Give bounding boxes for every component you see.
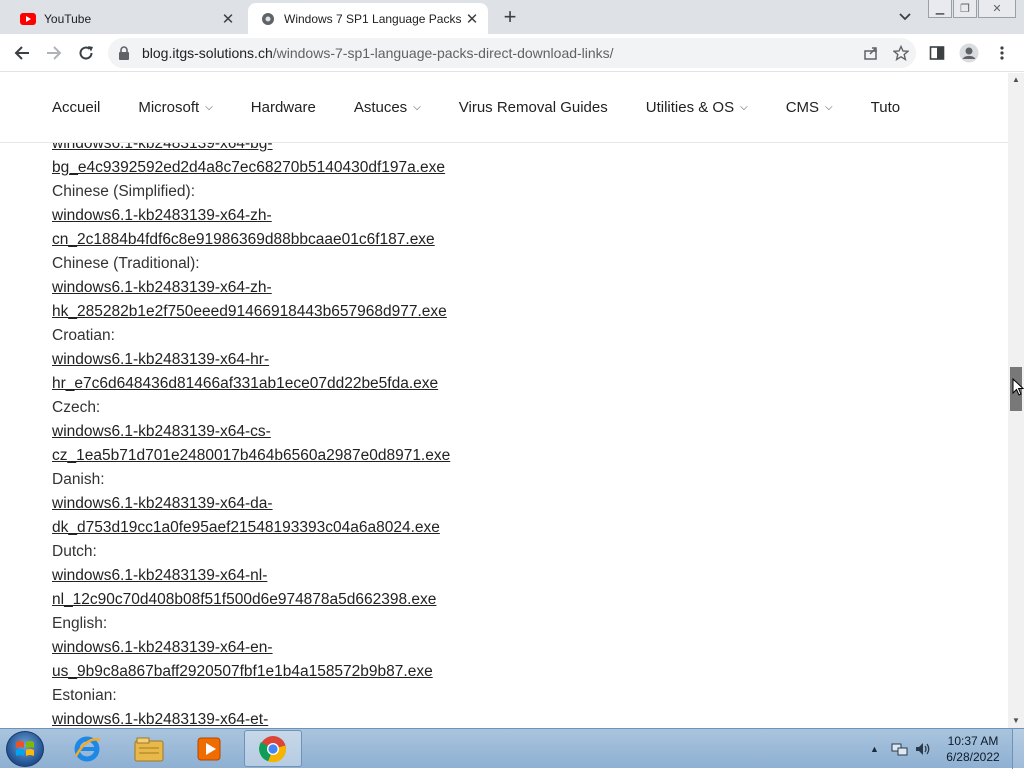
share-icon[interactable] [856, 45, 886, 61]
forward-arrow-icon[interactable] [42, 42, 66, 64]
side-panel-icon[interactable] [926, 42, 948, 64]
show-hidden-icons-arrow-icon[interactable]: ▲ [870, 729, 879, 769]
tab-close-icon[interactable]: ✕ [218, 10, 238, 28]
language-label: Czech: [52, 399, 101, 416]
download-links-list: windows6.1-kb2483139-x64-bg-bg_e4c939259… [52, 143, 450, 728]
page-scrollbar[interactable]: ▲ ▼ [1008, 73, 1024, 728]
download-link[interactable]: windows6.1-kb2483139-x64-zh- [52, 204, 450, 228]
profile-avatar-icon[interactable] [958, 42, 980, 64]
media-player-icon[interactable] [180, 730, 238, 767]
menu-kebab-icon[interactable] [991, 42, 1013, 64]
nav-item-microsoft[interactable]: Microsoft ⌵ [138, 99, 212, 116]
url-path: /windows-7-sp1-language-packs-direct-dow… [272, 45, 614, 61]
nav-item-hardware[interactable]: Hardware [251, 99, 316, 116]
chevron-down-icon: ⌵ [205, 102, 213, 113]
reload-icon[interactable] [74, 42, 98, 64]
nav-label: Microsoft [138, 99, 200, 116]
download-link[interactable]: windows6.1-kb2483139-x64-zh- [52, 276, 450, 300]
download-link[interactable]: dk_d753d19cc1a0fe95aef21548193393c04a6a8… [52, 516, 450, 540]
chevron-down-icon: ⌵ [413, 102, 421, 113]
nav-item-astuces[interactable]: Astuces ⌵ [354, 99, 421, 116]
nav-label: Hardware [250, 99, 316, 116]
clock-date: 6/28/2022 [946, 750, 1000, 764]
nav-label: Virus Removal Guides [458, 99, 608, 116]
mouse-pointer-icon [1012, 378, 1024, 396]
language-label: Estonian: [52, 687, 117, 704]
new-tab-button[interactable]: + [498, 4, 522, 30]
url-text[interactable]: blog.itgs-solutions.ch/windows-7-sp1-lan… [142, 45, 856, 61]
close-window-button[interactable]: ✕ [978, 0, 1016, 18]
url-domain: blog.itgs-solutions.ch [142, 45, 273, 61]
download-link[interactable]: nl_12c90c70d408b08f51f500d6e974878a5d662… [52, 588, 450, 612]
language-label: Croatian: [52, 327, 115, 344]
download-link[interactable]: windows6.1-kb2483139-x64-en- [52, 636, 450, 660]
volume-icon[interactable] [914, 729, 932, 769]
nav-label: Accueil [52, 99, 101, 116]
youtube-icon [20, 11, 36, 27]
download-link[interactable]: windows6.1-kb2483139-x64-bg- [52, 143, 450, 156]
site-navigation: Accueil Microsoft ⌵ Hardware Astuces ⌵ Vir… [0, 73, 1008, 143]
network-icon[interactable] [890, 729, 908, 769]
download-link[interactable]: us_9b9c8a867baff2920507fbf1e1b4a158572b9… [52, 660, 450, 684]
start-button[interactable] [6, 731, 44, 767]
nav-item-virus-removal-guides[interactable]: Virus Removal Guides [459, 99, 608, 116]
language-label: English: [52, 615, 108, 632]
download-link[interactable]: hk_285282b1e2f750eeed91466918443b657968d… [52, 300, 450, 324]
internet-explorer-icon[interactable] [58, 730, 116, 767]
article-content: windows6.1-kb2483139-x64-bg-bg_e4c939259… [0, 143, 1008, 728]
scroll-up-arrow-icon[interactable]: ▲ [1008, 73, 1024, 87]
system-clock[interactable]: 10:37 AM 6/28/2022 [940, 733, 1006, 765]
download-link[interactable]: windows6.1-kb2483139-x64-hr- [52, 348, 450, 372]
address-bar[interactable]: blog.itgs-solutions.ch/windows-7-sp1-lan… [108, 38, 916, 68]
windows-logo-icon [16, 741, 34, 756]
restore-window-button[interactable]: ❐ [953, 0, 977, 18]
clock-time: 10:37 AM [947, 734, 999, 748]
chrome-icon[interactable] [244, 730, 302, 767]
nav-label: CMS [785, 99, 820, 116]
itgs-favicon-icon [260, 11, 276, 27]
browser-toolbar: blog.itgs-solutions.ch/windows-7-sp1-lan… [0, 34, 1024, 72]
minimize-window-button[interactable]: ▁ [928, 0, 952, 18]
nav-label: Astuces [353, 99, 408, 116]
chevron-down-icon: ⌵ [740, 102, 748, 113]
tab-close-icon[interactable]: ✕ [462, 10, 482, 28]
download-link[interactable]: cz_1ea5b71d701e2480017b464b6560a2987e0d8… [52, 444, 450, 468]
language-label: Chinese (Traditional): [52, 255, 200, 272]
download-link[interactable]: cn_2c1884b4fdf6c8e91986369d88bbcaae01c6f… [52, 228, 450, 252]
download-link[interactable]: hr_e7c6d648436d81466af331ab1ece07dd22be5… [52, 372, 450, 396]
language-label: Danish: [52, 471, 105, 488]
tab-language-packs[interactable]: Windows 7 SP1 Language Packs ✕ [248, 3, 488, 34]
tab-search-chevron-icon[interactable] [896, 7, 914, 25]
download-link[interactable]: windows6.1-kb2483139-x64-nl- [52, 564, 450, 588]
nav-label: Utilities & OS [645, 99, 735, 116]
nav-item-tuto[interactable]: Tuto [871, 99, 900, 116]
download-link[interactable]: windows6.1-kb2483139-x64-et- [52, 708, 450, 728]
lock-icon[interactable] [118, 46, 134, 60]
tab-youtube[interactable]: YouTube ✕ [8, 3, 244, 34]
bookmark-star-icon[interactable] [886, 45, 916, 61]
nav-label: Tuto [870, 99, 901, 116]
download-link[interactable]: windows6.1-kb2483139-x64-cs- [52, 420, 450, 444]
tab-strip: YouTube ✕ Windows 7 SP1 Language Packs ✕… [0, 0, 1024, 34]
file-explorer-icon[interactable] [120, 730, 178, 767]
download-link[interactable]: bg_e4c9392592ed2d4a8c7ec68270b5140430df1… [52, 156, 450, 180]
scroll-down-arrow-icon[interactable]: ▼ [1008, 714, 1024, 728]
language-label: Chinese (Simplified): [52, 183, 195, 200]
nav-item-cms[interactable]: CMS ⌵ [786, 99, 833, 116]
tab-title: YouTube [44, 11, 92, 26]
tab-title: Windows 7 SP1 Language Packs [284, 11, 462, 26]
nav-item-utilities-os[interactable]: Utilities & OS ⌵ [646, 99, 748, 116]
windows-taskbar: ▲ 10:37 AM 6/28/2022 [0, 728, 1024, 769]
download-link[interactable]: windows6.1-kb2483139-x64-da- [52, 492, 450, 516]
chevron-down-icon: ⌵ [825, 102, 833, 113]
back-arrow-icon[interactable] [10, 42, 34, 64]
nav-item-accueil[interactable]: Accueil [52, 99, 100, 116]
show-desktop-button[interactable] [1012, 729, 1024, 769]
language-label: Dutch: [52, 543, 97, 560]
